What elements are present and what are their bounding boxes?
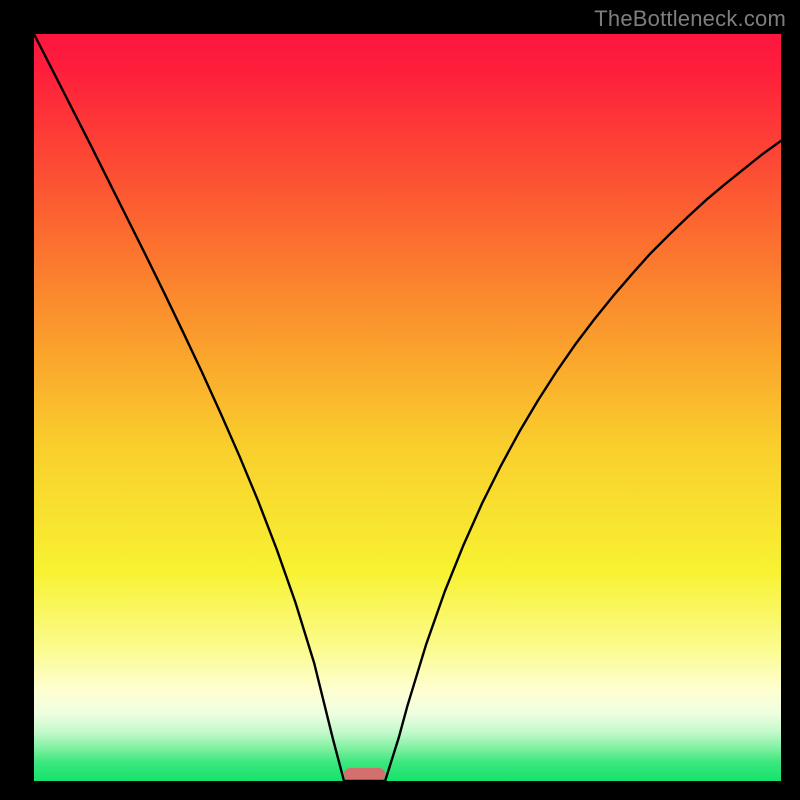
- bottleneck-chart: [0, 0, 800, 800]
- plot-background: [34, 34, 781, 781]
- notch-marker: [344, 768, 385, 781]
- watermark-text: TheBottleneck.com: [594, 6, 786, 32]
- chart-stage: TheBottleneck.com: [0, 0, 800, 800]
